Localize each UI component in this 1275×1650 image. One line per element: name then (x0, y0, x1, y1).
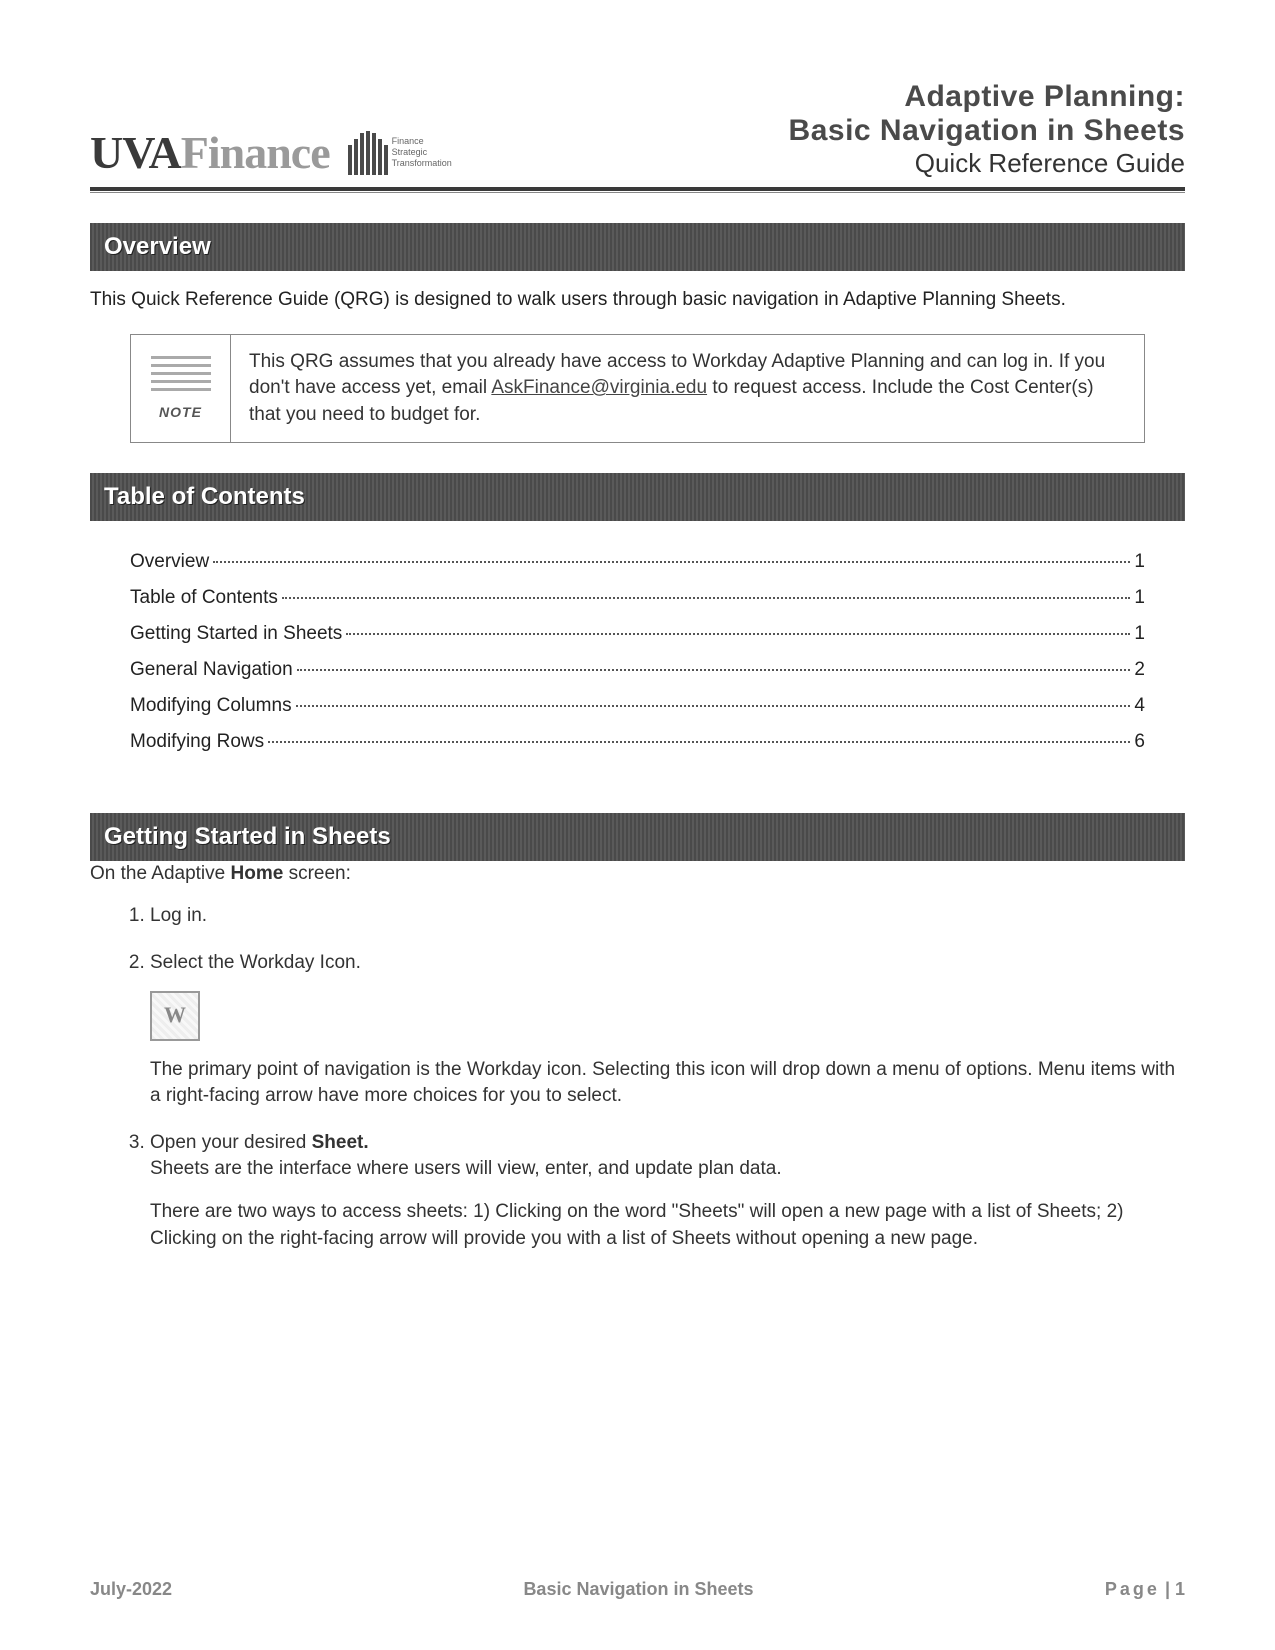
toc-dots (268, 741, 1130, 743)
toc-page: 6 (1134, 731, 1145, 753)
step-3-a: Open your desired (150, 1132, 312, 1153)
note-lines-icon (151, 356, 211, 396)
overview-heading: Overview (90, 223, 1185, 271)
overview-body: This Quick Reference Guide (QRG) is desi… (90, 287, 1185, 314)
note-body: This QRG assumes that you already have a… (231, 335, 1144, 443)
footer-title: Basic Navigation in Sheets (172, 1579, 1105, 1600)
footer-page-num: 1 (1175, 1579, 1185, 1599)
note-email-link[interactable]: AskFinance@virginia.edu (491, 377, 707, 398)
toc-row[interactable]: Table of Contents 1 (130, 587, 1145, 609)
title-line3: Quick Reference Guide (789, 148, 1185, 179)
step-3-body2: There are two ways to access sheets: 1) … (150, 1199, 1185, 1252)
toc-label: Table of Contents (130, 587, 278, 609)
workday-w-glyph: W (164, 1000, 186, 1031)
toc-page: 1 (1134, 587, 1145, 609)
note-box: NOTE This QRG assumes that you already h… (130, 334, 1145, 444)
step-3: Open your desired Sheet. Sheets are the … (150, 1130, 1185, 1252)
intro-a: On the Adaptive (90, 863, 231, 884)
toc-row[interactable]: Getting Started in Sheets 1 (130, 623, 1145, 645)
logo-sub-line1: Finance (392, 136, 452, 147)
toc: Overview 1 Table of Contents 1 Getting S… (90, 551, 1185, 753)
workday-icon: W (150, 991, 200, 1041)
toc-row[interactable]: Overview 1 (130, 551, 1145, 573)
step-3-body1: Sheets are the interface where users wil… (150, 1156, 1185, 1183)
step-1-text: Log in. (150, 905, 207, 926)
note-label: NOTE (159, 404, 202, 420)
title-block: Adaptive Planning: Basic Navigation in S… (789, 80, 1185, 179)
steps-list: Log in. Select the Workday Icon. W The p… (150, 903, 1185, 1252)
getting-started-heading: Getting Started in Sheets (90, 813, 1185, 861)
logo-block: UVAFinance Finance Strategic Transformat… (90, 126, 452, 179)
logo-sub-text: Finance Strategic Transformation (392, 136, 452, 168)
intro-c: screen: (283, 863, 351, 884)
toc-row[interactable]: General Navigation 2 (130, 659, 1145, 681)
toc-heading: Table of Contents (90, 473, 1185, 521)
bars-icon (348, 131, 388, 175)
header: UVAFinance Finance Strategic Transformat… (90, 80, 1185, 179)
toc-dots (346, 633, 1130, 635)
logo-building-icon: Finance Strategic Transformation (348, 131, 452, 175)
footer-page-label: Page (1105, 1579, 1160, 1599)
footer-page: Page | 1 (1105, 1579, 1185, 1600)
getting-started-intro: On the Adaptive Home screen: (90, 863, 1185, 885)
toc-label: Modifying Rows (130, 731, 264, 753)
title-line1: Adaptive Planning: (789, 80, 1185, 114)
intro-b: Home (231, 863, 284, 884)
footer-date: July-2022 (90, 1579, 172, 1600)
step-3-b: Sheet. (312, 1132, 369, 1153)
toc-row[interactable]: Modifying Rows 6 (130, 731, 1145, 753)
toc-dots (213, 561, 1130, 563)
toc-label: Overview (130, 551, 209, 573)
toc-label: General Navigation (130, 659, 293, 681)
toc-label: Modifying Columns (130, 695, 292, 717)
toc-dots (282, 597, 1131, 599)
step-2-body: The primary point of navigation is the W… (150, 1057, 1185, 1110)
step-2-text: Select the Workday Icon. (150, 952, 361, 973)
step-2: Select the Workday Icon. W The primary p… (150, 950, 1185, 1110)
uva-finance-logo: UVAFinance (90, 126, 330, 179)
logo-suffix: Finance (181, 126, 330, 179)
toc-label: Getting Started in Sheets (130, 623, 342, 645)
footer: July-2022 Basic Navigation in Sheets Pag… (90, 1579, 1185, 1600)
header-divider (90, 187, 1185, 193)
toc-dots (297, 669, 1131, 671)
logo-sub-line2: Strategic (392, 147, 452, 158)
step-1: Log in. (150, 903, 1185, 930)
logo-sub-line3: Transformation (392, 158, 452, 169)
toc-page: 1 (1134, 623, 1145, 645)
toc-dots (296, 705, 1131, 707)
toc-page: 4 (1134, 695, 1145, 717)
note-icon-cell: NOTE (131, 335, 231, 443)
logo-prefix: UVA (90, 126, 181, 179)
toc-page: 1 (1134, 551, 1145, 573)
title-line2: Basic Navigation in Sheets (789, 114, 1185, 148)
toc-page: 2 (1134, 659, 1145, 681)
footer-page-sep: | (1160, 1579, 1175, 1599)
toc-row[interactable]: Modifying Columns 4 (130, 695, 1145, 717)
